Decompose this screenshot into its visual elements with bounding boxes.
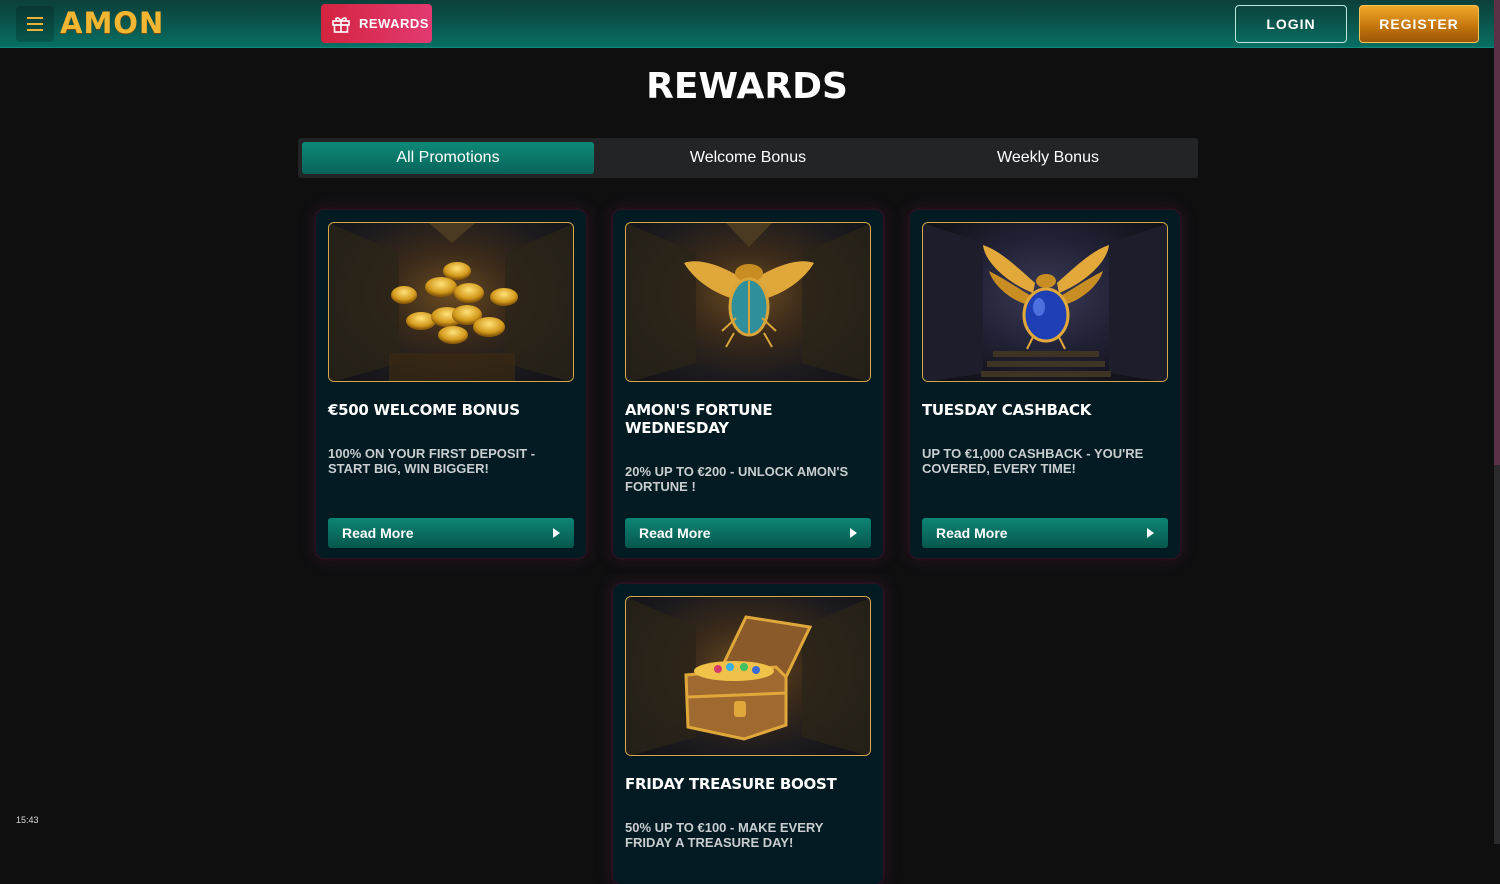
read-more-button[interactable]: Read More xyxy=(625,518,871,548)
read-more-label: Read More xyxy=(936,525,1008,541)
card-title: €500 WELCOME BONUS xyxy=(328,401,520,419)
page-title: REWARDS xyxy=(646,66,848,107)
treasure-chest-image xyxy=(625,596,871,756)
rewards-button-label: REWARDS xyxy=(359,16,429,31)
clock-time: 15:43 xyxy=(16,815,39,825)
read-more-label: Read More xyxy=(639,525,711,541)
promo-card-welcome-bonus: €500 WELCOME BONUS 100% ON YOUR FIRST DE… xyxy=(316,210,586,558)
top-navigation-bar: AMON REWARDS LOGIN REGISTER xyxy=(0,0,1500,48)
amon-logo[interactable]: AMON xyxy=(60,4,164,42)
gift-icon xyxy=(331,15,351,33)
page-scrollbar-thumb[interactable] xyxy=(1494,0,1500,465)
rewards-button[interactable]: REWARDS xyxy=(321,4,432,43)
blue-scarab-image xyxy=(922,222,1168,382)
tab-welcome-bonus[interactable]: Welcome Bonus xyxy=(602,142,894,174)
play-arrow-icon xyxy=(553,528,560,538)
play-arrow-icon xyxy=(1147,528,1154,538)
promo-card-friday-treasure: FRIDAY TREASURE BOOST 50% UP TO €100 - M… xyxy=(613,584,883,884)
tab-weekly-bonus[interactable]: Weekly Bonus xyxy=(902,142,1194,174)
promo-card-fortune-wednesday: AMON'S FORTUNE WEDNESDAY 20% UP TO €200 … xyxy=(613,210,883,558)
tab-all-promotions[interactable]: All Promotions xyxy=(302,142,594,174)
read-more-label: Read More xyxy=(342,525,414,541)
card-title: TUESDAY CASHBACK xyxy=(922,401,1092,419)
card-title: AMON'S FORTUNE WEDNESDAY xyxy=(625,401,773,437)
gold-coins-image xyxy=(328,222,574,382)
card-description: 100% ON YOUR FIRST DEPOSIT - START BIG, … xyxy=(328,446,536,476)
card-description: 20% UP TO €200 - UNLOCK AMON'S FORTUNE ! xyxy=(625,464,849,494)
register-button[interactable]: REGISTER xyxy=(1359,5,1479,43)
read-more-button[interactable]: Read More xyxy=(328,518,574,548)
promotion-tabs: All Promotions Welcome Bonus Weekly Bonu… xyxy=(298,138,1198,178)
play-arrow-icon xyxy=(850,528,857,538)
card-title: FRIDAY TREASURE BOOST xyxy=(625,775,837,793)
login-button[interactable]: LOGIN xyxy=(1235,5,1347,43)
card-description: 50% UP TO €100 - MAKE EVERY FRIDAY A TRE… xyxy=(625,820,824,850)
card-description: UP TO €1,000 CASHBACK - YOU'RE COVERED, … xyxy=(922,446,1144,476)
hamburger-menu-icon[interactable] xyxy=(16,6,54,42)
promo-card-tuesday-cashback: TUESDAY CASHBACK UP TO €1,000 CASHBACK -… xyxy=(910,210,1180,558)
read-more-button[interactable]: Read More xyxy=(922,518,1168,548)
golden-scarab-image xyxy=(625,222,871,382)
